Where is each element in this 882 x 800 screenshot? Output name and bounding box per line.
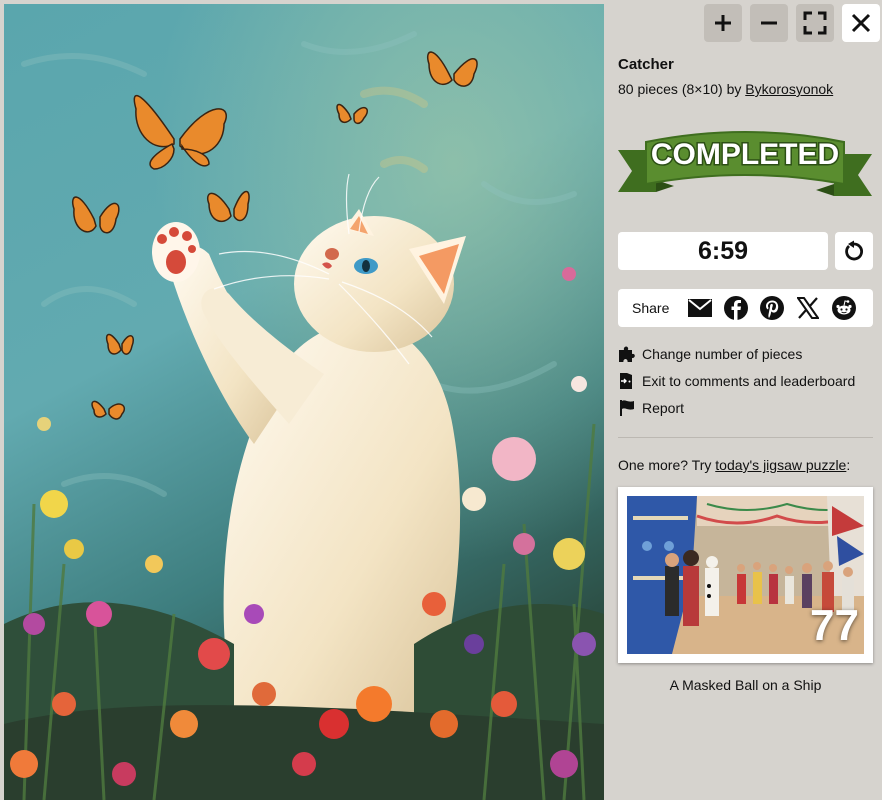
report-label: Report	[642, 400, 685, 416]
author-link[interactable]: Bykorosyonok	[745, 81, 833, 97]
side-panel: Catcher 80 pieces (8×10) by Bykorosyonok…	[604, 0, 882, 800]
plus-icon	[715, 15, 731, 31]
email-icon	[688, 299, 713, 317]
timer-value: 6:59	[697, 236, 749, 265]
change-pieces-label: Change number of pieces	[642, 346, 803, 362]
facebook-icon	[724, 296, 749, 320]
puzzle-meta: 80 pieces (8×10) by Bykorosyonok	[618, 81, 833, 97]
email-share-button[interactable]	[687, 295, 713, 321]
restart-icon	[845, 240, 863, 261]
timer-display: 6:59	[618, 232, 828, 270]
badge-text: COMPLETED	[651, 138, 839, 171]
exit-door-icon	[620, 373, 632, 389]
zoom-out-button[interactable]	[750, 4, 788, 42]
completed-badge: COMPLETED	[616, 122, 874, 208]
flag-icon	[620, 400, 634, 416]
more-prompt: One more? Try today's jigsaw puzzle:	[618, 457, 850, 473]
todays-puzzle-link[interactable]: today's jigsaw puzzle	[715, 457, 846, 473]
action-links: Change number of pieces Exit to comments…	[618, 344, 855, 425]
puzzle-piece-icon	[619, 346, 635, 362]
fullscreen-button[interactable]	[796, 4, 834, 42]
x-share-button[interactable]	[795, 295, 821, 321]
zoom-in-button[interactable]	[704, 4, 742, 42]
reddit-icon	[832, 296, 857, 320]
fullscreen-icon	[803, 11, 827, 35]
close-button[interactable]	[842, 4, 880, 42]
reddit-share-button[interactable]	[831, 295, 857, 321]
thumbnail-piece-count: 77	[810, 601, 859, 650]
report-link[interactable]: Report	[618, 398, 855, 418]
more-prefix: One more? Try	[618, 457, 716, 473]
minus-icon	[761, 21, 777, 25]
pieces-text: 80 pieces (8×10) by	[618, 81, 746, 97]
pinterest-icon	[760, 296, 785, 320]
facebook-share-button[interactable]	[723, 295, 749, 321]
more-suffix: :	[846, 457, 851, 473]
toolbar	[704, 4, 880, 42]
next-puzzle-thumbnail[interactable]: 77	[618, 487, 873, 663]
exit-label: Exit to comments and leaderboard	[642, 373, 856, 389]
close-icon	[851, 13, 871, 33]
share-label: Share	[632, 300, 670, 316]
divider	[618, 437, 873, 438]
next-puzzle-caption[interactable]: A Masked Ball on a Ship	[618, 677, 873, 693]
change-pieces-link[interactable]: Change number of pieces	[618, 344, 855, 364]
x-icon	[797, 297, 820, 319]
restart-button[interactable]	[835, 232, 873, 270]
share-bar: Share	[618, 289, 873, 327]
puzzle-image[interactable]	[4, 4, 604, 800]
puzzle-title: Catcher	[618, 56, 674, 73]
exit-link[interactable]: Exit to comments and leaderboard	[618, 371, 855, 391]
pinterest-share-button[interactable]	[759, 295, 785, 321]
